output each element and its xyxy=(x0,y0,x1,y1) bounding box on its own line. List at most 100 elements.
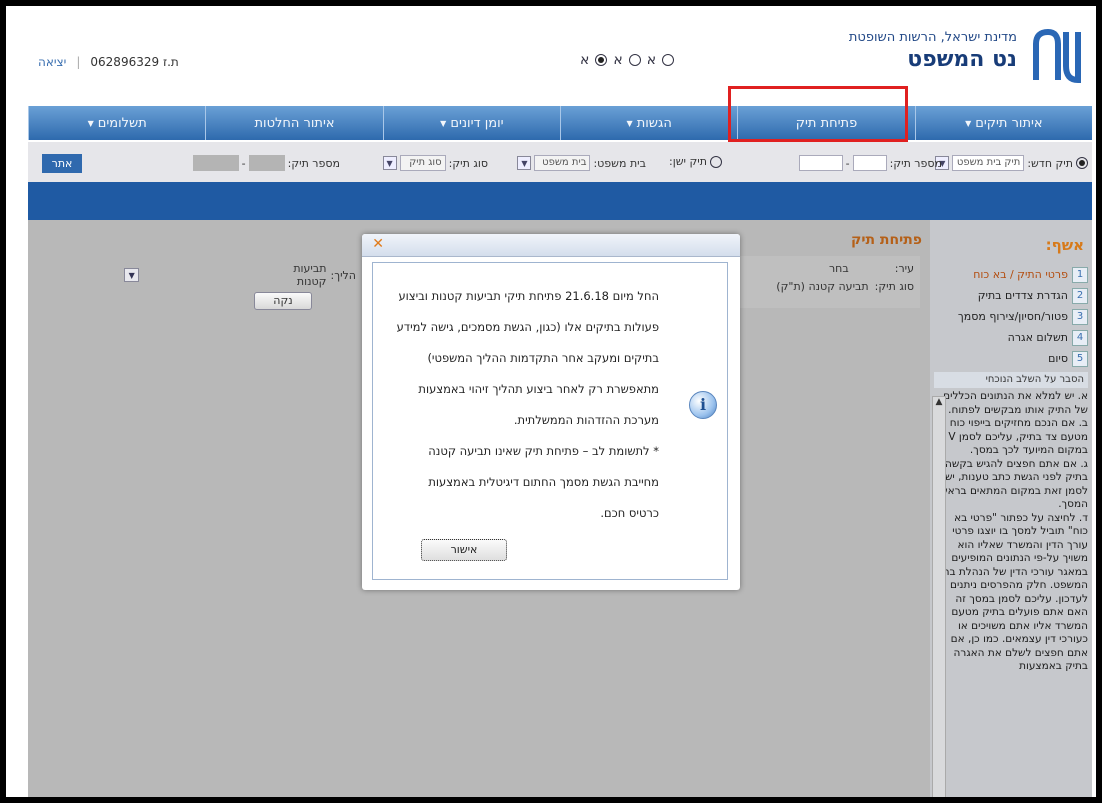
procedure-row: הליך: תביעות קטנות ▼ xyxy=(124,262,356,288)
exit-link[interactable]: יציאה xyxy=(38,55,66,69)
wizard-sidebar: אשף: 1 פרטי התיק / בא כוח 2 הגדרת צדדים בת… xyxy=(930,220,1092,797)
new-case-group: תיק חדש: תיק בית משפט ▼ xyxy=(935,155,1088,171)
tab-hearings-calendar[interactable]: יומן דיונים ▼ xyxy=(382,106,560,140)
case-number-input-2[interactable] xyxy=(798,155,843,171)
tab-payments[interactable]: תשלומים ▼ xyxy=(28,106,205,140)
case-number-group-2: מספר תיק: - xyxy=(192,155,340,171)
org-title: מדינת ישראל, הרשות השופטת נט המשפט xyxy=(849,30,1017,72)
procedure-panel: הליך: תביעות קטנות ▼ נקה xyxy=(124,262,356,310)
chevron-up-icon[interactable]: ▲ xyxy=(933,397,945,411)
radio-option-2[interactable] xyxy=(628,54,641,66)
case-type-group: סוג תיק: סוג תיק ▼ xyxy=(382,155,488,171)
org-line-2: נט המשפט xyxy=(907,47,1017,72)
page: מדינת ישראל, הרשות השופטת נט המשפט א א א… xyxy=(28,20,1092,797)
chevron-down-icon: ▼ xyxy=(965,118,972,128)
ok-button[interactable]: אישור xyxy=(421,539,507,561)
explanation-scrollbar[interactable]: ▲ xyxy=(932,396,946,797)
tab-submissions[interactable]: הגשות ▼ xyxy=(560,106,737,140)
dialog-body: i החל מיום 21.6.18 פתיחת תיקי תביעות קטנ… xyxy=(372,262,728,580)
user-info: ת.ז 062896329 | יציאה xyxy=(38,55,179,69)
chevron-down-icon: ▼ xyxy=(87,118,94,128)
chevron-down-icon[interactable]: ▼ xyxy=(517,156,532,170)
highlight-box xyxy=(728,86,908,142)
step-label: סיום xyxy=(1048,352,1068,365)
new-case-select[interactable]: תיק בית משפט xyxy=(952,155,1025,171)
explanation-header: הסבר על השלב הנוכחי xyxy=(934,372,1088,388)
step-number: 1 xyxy=(1072,266,1088,283)
tab-label: איתור תיקים xyxy=(975,115,1043,131)
message-line: פעולות בתיקים אלו (כגון, הגשת מסמכים, גי… xyxy=(396,320,659,334)
wizard-step-1[interactable]: 1 פרטי התיק / בא כוח xyxy=(934,264,1088,285)
divider: | xyxy=(76,55,81,69)
message-line: מתאפשרת רק לאחר ביצוע תהליך זיהוי באמצעו… xyxy=(418,382,659,396)
case-type-label: סוג תיק: xyxy=(874,280,914,293)
info-dialog: ✕ i החל מיום 21.6.18 פתיחת תיקי תביעות ק… xyxy=(362,234,740,590)
tab-label: איתור החלטות xyxy=(254,115,335,131)
message-line: מערכת ההזדהות הממשלתית. xyxy=(513,413,659,427)
procedure-label: הליך: xyxy=(330,268,356,282)
step-number: 3 xyxy=(1072,308,1088,325)
wizard-title: אשף: xyxy=(1045,236,1084,254)
wizard-step-5[interactable]: 5 סיום xyxy=(934,348,1088,369)
court-select[interactable]: בית משפט xyxy=(534,155,591,171)
chevron-down-icon: ▼ xyxy=(626,118,633,128)
case-type-select[interactable]: סוג תיק xyxy=(399,155,446,171)
chevron-down-icon: ▼ xyxy=(440,118,447,128)
language-radio-group: א א א xyxy=(580,52,675,68)
radio-option-3[interactable] xyxy=(662,54,675,66)
chevron-down-icon[interactable]: ▼ xyxy=(124,268,140,282)
radio-label: א xyxy=(613,52,623,68)
tab-find-decisions[interactable]: איתור החלטות xyxy=(205,106,382,140)
tab-label: הגשות xyxy=(636,115,672,131)
header: מדינת ישראל, הרשות השופטת נט המשפט א א א… xyxy=(28,20,1092,106)
case-number-label-2: מספר תיק: xyxy=(287,156,340,170)
case-type-row: סוג תיק: תביעה קטנה (ת"ק) xyxy=(776,280,914,293)
find-button[interactable]: אתר xyxy=(42,154,82,173)
city-select[interactable]: בחר xyxy=(829,262,849,275)
old-case-group: תיק ישן: xyxy=(669,155,722,168)
explanation-item: ב. אם הנכם מחזיקים בייפוי כוח מטעם צד בת… xyxy=(948,417,1088,456)
wizard-step-4[interactable]: 4 תשלום אגרה xyxy=(934,327,1088,348)
wizard-step-2[interactable]: 2 הגדרת צדדים בתיק xyxy=(934,285,1088,306)
step-label: פרטי התיק / בא כוח xyxy=(973,268,1068,281)
blue-band xyxy=(28,182,1092,220)
case-number-group: מספר תיק: - xyxy=(798,155,942,171)
court-group: בית משפט: בית משפט ▼ xyxy=(517,155,646,171)
case-search-bar: תיק חדש: תיק בית משפט ▼ מספר תיק: - תיק … xyxy=(28,142,1092,182)
main-nav: איתור תיקים ▼ פתיחת תיק הגשות ▼ יומן דיוני… xyxy=(28,106,1092,140)
dash: - xyxy=(845,156,850,170)
radio-option-1[interactable] xyxy=(595,54,608,66)
chevron-down-icon[interactable]: ▼ xyxy=(382,156,397,170)
radio-label: א xyxy=(580,52,590,68)
court-label: בית משפט: xyxy=(593,156,646,170)
old-case-label: תיק ישן: xyxy=(669,155,707,168)
procedure-value[interactable]: תביעות קטנות xyxy=(263,262,326,288)
wizard-step-3[interactable]: 3 פטור/חסיון/צירוף מסמך xyxy=(934,306,1088,327)
org-line-1: מדינת ישראל, הרשות השופטת xyxy=(848,30,1017,45)
new-case-label: תיק חדש: xyxy=(1027,156,1073,170)
dialog-message: החל מיום 21.6.18 פתיחת תיקי תביעות קטנות… xyxy=(389,281,659,529)
explanation-item: א. יש למלא את הנתונים הכללים של התיק אות… xyxy=(943,390,1088,416)
case-number-input-4[interactable] xyxy=(192,155,239,171)
step-label: תשלום אגרה xyxy=(1007,331,1068,344)
dash: - xyxy=(241,156,246,170)
step-number: 4 xyxy=(1072,329,1088,346)
explanation-item: ד. לחיצה על כפתור "פרטי בא כוח" תוביל למ… xyxy=(940,511,1088,673)
case-number-input-1[interactable] xyxy=(852,155,887,171)
case-details-panel: עיר: בחר סוג תיק: תביעה קטנה (ת"ק) xyxy=(730,256,920,308)
message-line: החל מיום 21.6.18 פתיחת תיקי תביעות קטנות… xyxy=(398,289,659,303)
page-title: פתיחת תיק xyxy=(851,232,922,248)
city-row: עיר: בחר xyxy=(829,262,914,275)
tab-label: יומן דיונים xyxy=(450,115,504,131)
court-logo-icon xyxy=(1033,28,1081,84)
new-case-radio[interactable] xyxy=(1076,157,1088,169)
tab-find-cases[interactable]: איתור תיקים ▼ xyxy=(914,106,1092,140)
clear-button[interactable]: נקה xyxy=(254,292,312,310)
case-number-input-3[interactable] xyxy=(248,155,285,171)
info-icon: i xyxy=(689,391,717,419)
close-icon[interactable]: ✕ xyxy=(370,237,384,251)
case-number-label: מספר תיק: xyxy=(889,156,942,170)
case-type-value[interactable]: תביעה קטנה (ת"ק) xyxy=(776,280,868,293)
old-case-radio[interactable] xyxy=(710,155,722,168)
step-number: 5 xyxy=(1072,350,1088,367)
